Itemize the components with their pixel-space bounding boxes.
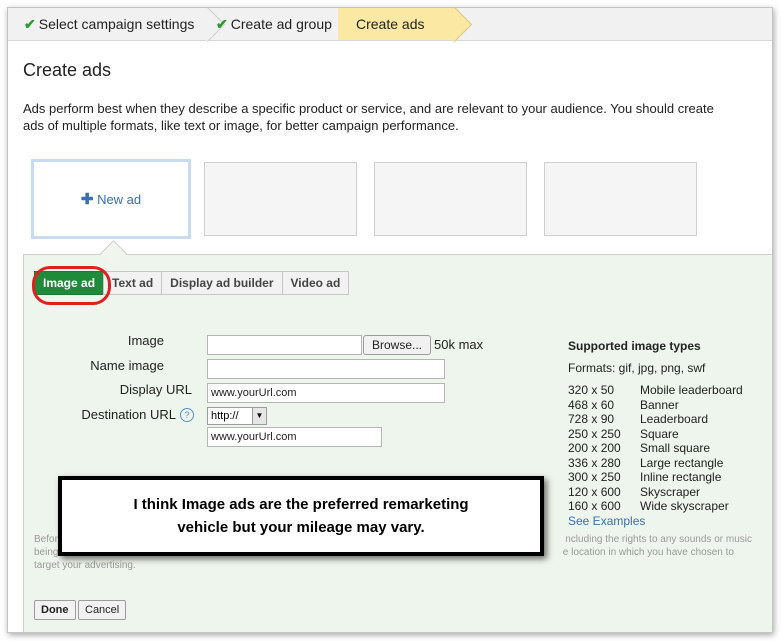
display-url-label: Display URL	[119, 382, 192, 397]
breadcrumb-step-settings[interactable]: ✔ Select campaign settings	[24, 8, 194, 40]
annotation-circle	[32, 266, 111, 305]
display-url-input[interactable]: www.yourUrl.com	[207, 383, 445, 403]
dropdown-arrow-icon: ▼	[252, 408, 266, 424]
size-table: 320 x 50 Mobile leaderboard 468 x 60 Banne…	[568, 383, 743, 514]
intro-text: Ads perform best when they describe a sp…	[23, 101, 714, 133]
checkmark-icon: ✔	[24, 16, 36, 32]
tab-display-ad-builder[interactable]: Display ad builder	[161, 271, 283, 295]
checkmark-icon: ✔	[216, 16, 228, 32]
size-row: 728 x 90 Leaderboard	[568, 412, 709, 427]
size-row: 300 x 250 Inline rectangle	[568, 470, 722, 485]
size-row: 320 x 50 Mobile leaderboard	[568, 383, 743, 398]
breadcrumb-step-create-ads: Create ads	[356, 16, 425, 32]
tab-text-ad[interactable]: Text ad	[103, 271, 163, 295]
plus-icon: ✚	[80, 191, 94, 208]
supported-image-types: Supported image types Formats: gif, jpg,…	[568, 339, 743, 528]
size-row: 250 x 250 Square	[568, 426, 679, 441]
image-label: Image	[127, 333, 164, 348]
breadcrumb-step-ad-group[interactable]: ✔ Create ad group	[216, 8, 332, 40]
done-button[interactable]: Done	[34, 600, 76, 620]
size-row: 120 x 600 Skyscraper	[568, 484, 701, 499]
supported-heading: Supported image types	[568, 339, 701, 353]
see-examples-link[interactable]: See Examples	[568, 514, 743, 528]
empty-ad-slot	[374, 162, 527, 236]
size-row: 336 x 280 Large rectangle	[568, 455, 724, 470]
empty-ad-slot	[204, 162, 357, 236]
destination-url-label: Destination URL?	[64, 407, 194, 422]
image-file-field[interactable]	[207, 335, 362, 355]
size-row: 468 x 60 Banner	[568, 397, 679, 412]
supported-formats: Formats: gif, jpg, png, swf	[568, 361, 706, 375]
browse-button[interactable]: Browse...	[363, 335, 432, 355]
cancel-button[interactable]: Cancel	[78, 600, 127, 620]
destination-url-input[interactable]: www.yourUrl.com	[207, 427, 382, 447]
breadcrumb: ✔ Select campaign settings ✔ Create ad gro…	[8, 8, 772, 43]
page-title: Create ads	[23, 60, 112, 80]
protocol-select[interactable]: http://▼	[207, 407, 267, 425]
new-ad-link[interactable]: New ad	[97, 192, 141, 207]
max-size-label: 50k max	[434, 337, 484, 352]
help-icon[interactable]: ?	[180, 408, 194, 422]
name-image-label: Name image	[90, 358, 164, 373]
tab-video-ad[interactable]: Video ad	[281, 271, 350, 295]
name-image-input[interactable]	[207, 359, 445, 379]
new-ad-slot[interactable]: ✚ New ad	[31, 159, 191, 239]
size-row: 160 x 600 Wide skyscraper	[568, 499, 729, 514]
empty-ad-slot	[544, 162, 697, 236]
annotation-callout: I think Image ads are the preferred rema…	[58, 476, 544, 556]
size-row: 200 x 200 Small square	[568, 441, 711, 456]
ad-editor-panel: Image ad Text ad Display ad builder Vide…	[23, 254, 772, 632]
